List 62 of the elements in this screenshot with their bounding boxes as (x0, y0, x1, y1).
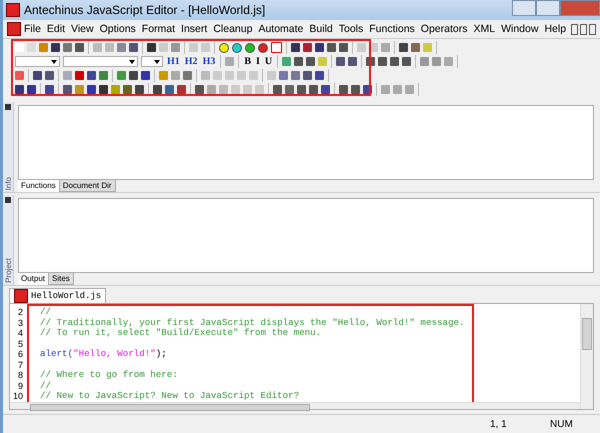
menu-item[interactable]: Help (541, 23, 570, 35)
menu-item[interactable]: Cleanup (210, 23, 256, 35)
app-logo-icon (14, 289, 28, 303)
line-number: 8 (16, 370, 24, 380)
caret-icon (154, 60, 160, 64)
file-tab-label: HelloWorld.js (31, 291, 102, 301)
menu-item[interactable]: XML (470, 23, 498, 35)
panel-tab[interactable]: Functions (18, 180, 59, 192)
code-line: // Traditionally, your first JavaScript displays the "Hello, World!" message. (40, 318, 465, 328)
window-title: Antechinus JavaScript Editor - [HelloWorld.js] (24, 3, 266, 17)
menu-item[interactable]: File (21, 23, 44, 35)
line-number: 3 (16, 318, 24, 328)
code-line: // To run it, select "Build/Execute" from the menu. (40, 328, 322, 338)
format-button[interactable]: B (243, 56, 252, 68)
menu-item[interactable]: Edit (44, 23, 68, 35)
line-number: 4 (16, 328, 24, 338)
panel-tab[interactable]: Document Dir (58, 180, 116, 192)
line-number: 6 (16, 349, 24, 360)
menu-item[interactable]: Operators (418, 23, 470, 35)
format-button[interactable]: U (264, 56, 274, 68)
menu-item[interactable]: Functions (366, 23, 418, 35)
caret-icon (51, 60, 57, 64)
panel-tab[interactable]: Sites (48, 273, 74, 285)
dropdown-field[interactable] (15, 56, 60, 67)
line-number: 5 (16, 338, 24, 349)
dropdown-field[interactable] (141, 56, 163, 67)
horizontal-scrollbar[interactable] (10, 402, 580, 409)
line-number: 9 (16, 380, 24, 391)
panel-label: Project (4, 258, 12, 283)
format-button[interactable]: H1 (166, 56, 181, 68)
format-button[interactable]: H3 (202, 56, 216, 68)
menu-item[interactable]: Window (498, 23, 542, 35)
vertical-scrollbar[interactable] (580, 304, 593, 409)
dropdown-field[interactable] (63, 56, 138, 67)
code-line: // New to JavaScript? New to JavaScript Editor? (40, 391, 300, 402)
panel-label: Info (4, 176, 12, 190)
format-button[interactable]: H2 (184, 56, 199, 68)
maximize-icon[interactable] (536, 0, 560, 16)
menu-item[interactable]: Format (138, 23, 178, 35)
menu-item[interactable]: Build (306, 23, 336, 35)
cursor-position: 1, 1 (490, 418, 508, 430)
menu-item[interactable]: Options (96, 23, 139, 35)
format-button[interactable]: I (255, 56, 261, 68)
caret-icon (129, 60, 135, 64)
menu-item[interactable]: Insert (178, 23, 210, 35)
file-tab[interactable]: HelloWorld.js (9, 288, 106, 303)
line-number: 2 (16, 307, 24, 318)
line-number: 7 (16, 360, 24, 370)
menu-item[interactable]: Automate (255, 23, 306, 35)
menu-item[interactable]: Tools (336, 23, 366, 35)
line-number: 10 (12, 391, 24, 402)
app-logo-icon (7, 22, 21, 36)
code-line: alert("Hello, World!"); (40, 349, 167, 360)
code-line: // (40, 380, 52, 391)
panel-tab[interactable]: Output (18, 273, 48, 285)
code-line: // (40, 307, 52, 318)
scroll-thumb[interactable] (582, 318, 592, 350)
num-lock-indicator: NUM (550, 418, 574, 430)
app-logo-icon (6, 3, 20, 17)
code-line: // Where to go from here: (40, 370, 178, 380)
menu-item[interactable]: View (68, 23, 97, 35)
scroll-thumb[interactable] (30, 404, 310, 410)
